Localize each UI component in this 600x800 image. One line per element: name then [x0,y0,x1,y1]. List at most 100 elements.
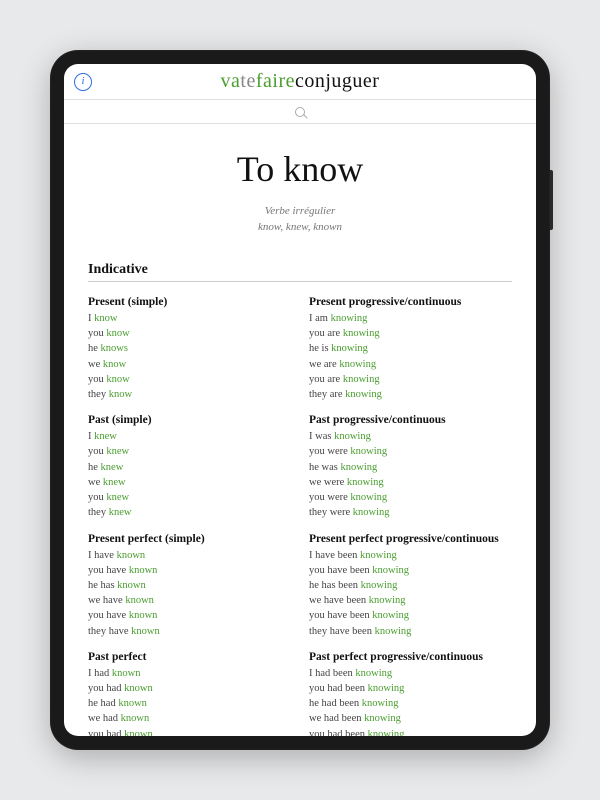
conjugation-line: you had been knowing [309,681,512,696]
conjugation-line: I know [88,311,291,326]
conjugation-prefix: you have [88,565,129,576]
conjugation-verb: know [109,389,132,400]
conjugation-prefix: you were [309,492,350,503]
conjugation-line: they were knowing [309,505,512,520]
conjugation-verb: knowing [350,446,387,457]
conjugation-line: you knew [88,490,291,505]
conjugation-prefix: he had [88,698,118,709]
conjugation-line: you are knowing [309,372,512,387]
conjugation-prefix: we [88,477,103,488]
conjugation-prefix: we had been [309,713,364,724]
conjugation-prefix: you [88,446,106,457]
conjugation-verb: knowing [361,580,398,591]
conjugation-prefix: you have been [309,610,372,621]
conjugation-prefix: you had [88,729,124,736]
conjugation-verb: knew [106,446,129,457]
tense-block: Present perfect progressive/continuous I … [309,533,512,639]
conjugation-prefix: they have [88,626,131,637]
tense-name: Present perfect (simple) [88,533,291,545]
conjugation-verb: knowing [341,462,378,473]
tense-name: Past perfect [88,651,291,663]
conjugation-verb: know [103,359,126,370]
tense-block: Past perfectI had knownyou had knownhe h… [88,651,291,736]
conjugation-verb: knew [103,477,126,488]
conjugation-verb: known [131,626,160,637]
conjugation-line: they are knowing [309,387,512,402]
tense-name: Present perfect progressive/continuous [309,533,512,545]
conjugation-verb: known [112,668,141,679]
tense-block: Present perfect (simple)I have knownyou … [88,533,291,639]
conjugation-line: I have been knowing [309,548,512,563]
conjugation-line: we had been knowing [309,711,512,726]
conjugation-prefix: he has been [309,580,361,591]
conjugation-prefix: I have been [309,550,360,561]
conjugation-line: he had known [88,696,291,711]
conjugation-line: you are knowing [309,326,512,341]
conjugation-prefix: we had [88,713,121,724]
conjugation-prefix: we have been [309,595,369,606]
conjugation-verb: known [117,580,146,591]
content-area: To know Verbe irrégulier know, knew, kno… [64,124,536,736]
conjugation-prefix: we [88,359,103,370]
conjugation-line: they know [88,387,291,402]
conjugation-verb: knowing [360,550,397,561]
conjugation-verb: known [117,550,146,561]
conjugation-prefix: you [88,328,106,339]
info-icon[interactable]: i [74,73,92,91]
verb-title: To know [88,148,512,190]
conjugation-verb: knowing [355,668,392,679]
conjugation-prefix: he [88,462,101,473]
conjugation-prefix: he had been [309,698,362,709]
mood-heading: Indicative [88,262,512,282]
conjugation-prefix: we have [88,595,125,606]
conjugation-verb: knew [94,431,117,442]
brand-part-1: va [221,70,241,92]
conjugation-line: I was knowing [309,429,512,444]
conjugation-verb: knowing [372,565,409,576]
verb-meta-line-2: know, knew, known [88,220,512,236]
tense-block: Past perfect progressive/continuousI had… [309,651,512,736]
conjugation-line: you knew [88,444,291,459]
conjugation-line: he knows [88,341,291,356]
brand-part-2: te [240,70,255,92]
conjugation-prefix: you are [309,374,343,385]
conjugation-prefix: I have [88,550,117,561]
conjugation-verb: knowing [334,431,371,442]
conjugation-prefix: you had been [309,683,368,694]
conjugation-prefix: you have been [309,565,372,576]
conjugation-prefix: you [88,374,106,385]
tense-block: Present progressive/continuousI am knowi… [309,296,512,402]
conjugation-verb: knowing [331,313,368,324]
conjugation-prefix: I was [309,431,334,442]
conjugation-verb: know [106,328,129,339]
top-bar: i vatefaireconjuguer [64,64,536,100]
conjugation-verb: knowing [364,713,401,724]
conjugation-verb: known [124,683,153,694]
conjugation-verb: knowing [343,328,380,339]
conjugation-prefix: they [88,389,109,400]
conjugation-line: we are knowing [309,357,512,372]
conjugation-line: I am knowing [309,311,512,326]
conjugation-line: you were knowing [309,490,512,505]
conjugation-line: we were knowing [309,475,512,490]
conjugation-line: he is knowing [309,341,512,356]
conjugation-prefix: I am [309,313,331,324]
conjugation-line: I knew [88,429,291,444]
conjugation-verb: known [118,698,147,709]
search-bar[interactable] [64,100,536,124]
conjugation-verb: knowing [375,626,412,637]
conjugation-verb: knowing [368,729,405,736]
conjugation-prefix: you are [309,328,343,339]
conjugation-verb: knowing [343,374,380,385]
tense-name: Past progressive/continuous [309,414,512,426]
tense-name: Past (simple) [88,414,291,426]
conjugation-line: you have been knowing [309,563,512,578]
conjugation-verb: knew [106,492,129,503]
conjugation-verb: known [129,565,158,576]
conjugation-verb: knowing [331,343,368,354]
conjugation-line: I have known [88,548,291,563]
search-icon [295,107,305,117]
conjugation-prefix: you were [309,446,350,457]
conjugation-verb: known [124,729,153,736]
conjugation-prefix: we are [309,359,339,370]
